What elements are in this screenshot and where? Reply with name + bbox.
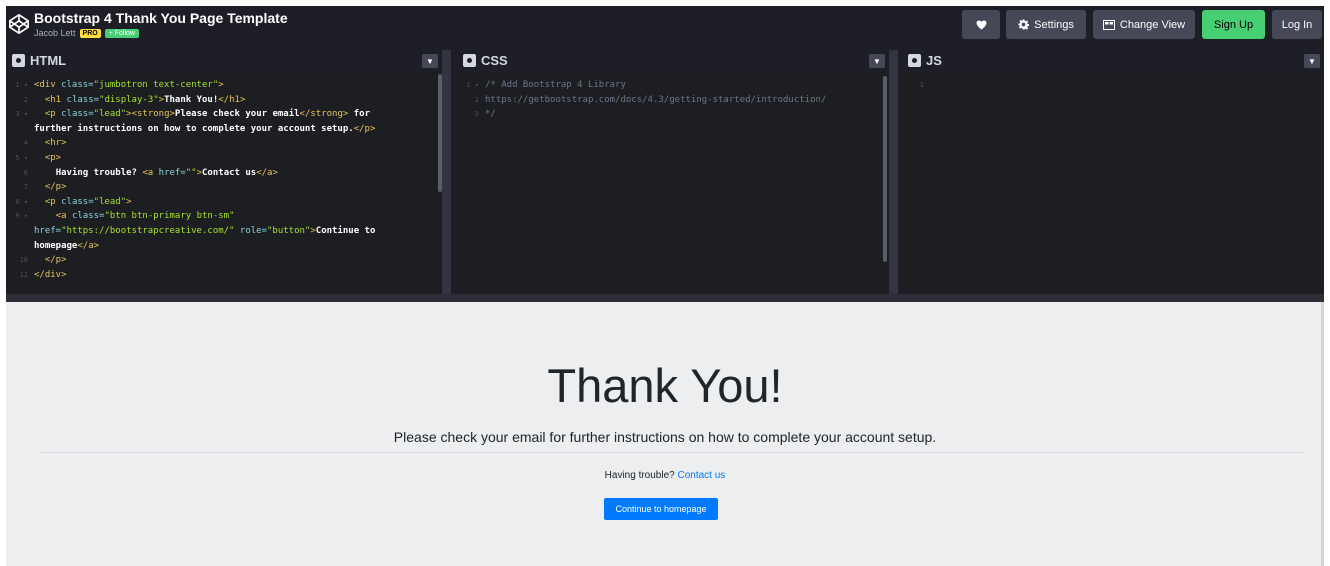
code-token: Continue to xyxy=(315,225,376,236)
code-token: for xyxy=(348,109,371,120)
code-token: "lead" xyxy=(93,109,127,120)
code-token: </strong> xyxy=(299,109,349,120)
code-token: <h1 xyxy=(44,94,67,105)
code-token: class= xyxy=(61,80,94,90)
author-name[interactable]: Jacob Lett xyxy=(34,28,76,38)
css-settings-icon[interactable] xyxy=(463,54,476,67)
code-comment: /* Add Bootstrap 4 Library xyxy=(485,80,626,90)
code-token: homepage xyxy=(34,240,78,251)
code-token: class= xyxy=(66,94,100,105)
code-token: "" xyxy=(185,167,197,178)
html-code-area[interactable]: 1 ▾ <div class="jumbotron text-center"> 2… xyxy=(6,72,442,294)
preview-resize-handle[interactable] xyxy=(6,294,1324,302)
css-code-area[interactable]: 1 ▾/* Add Bootstrap 4 Library 2 https://g… xyxy=(457,72,889,294)
author-row: Jacob Lett PRO + Follow xyxy=(34,27,139,39)
code-token: "button" xyxy=(267,225,311,236)
code-token: Having trouble? xyxy=(55,167,143,178)
gear-icon xyxy=(1018,19,1030,30)
pro-badge: PRO xyxy=(79,28,101,38)
codepen-logo-icon[interactable] xyxy=(8,13,30,35)
code-token: <a xyxy=(55,211,72,222)
panel-resize-handle[interactable] xyxy=(442,50,451,294)
css-panel-title: CSS xyxy=(481,53,508,68)
layout-icon xyxy=(1102,19,1115,30)
code-token: </a> xyxy=(77,240,100,251)
panel-resize-handle[interactable] xyxy=(889,50,898,294)
follow-button[interactable]: + Follow xyxy=(104,28,139,38)
change-view-label: Change View xyxy=(1119,18,1186,31)
code-token: Contact us xyxy=(202,167,257,178)
code-token: > xyxy=(126,196,132,207)
code-token: </p> xyxy=(353,123,376,134)
code-token: </p> xyxy=(44,182,67,193)
continue-to-homepage-button[interactable]: Continue to homepage xyxy=(604,498,718,520)
html-editor-panel: HTML ▼ 1 ▾ <div class="jumbotron text-cen… xyxy=(6,50,442,294)
code-token: <p> xyxy=(44,152,62,163)
settings-label: Settings xyxy=(1034,18,1074,31)
contact-us-link[interactable]: Contact us xyxy=(678,470,726,481)
code-token: href= xyxy=(158,167,186,178)
code-token: Thank You! xyxy=(164,94,219,105)
chevron-down-icon[interactable]: ▼ xyxy=(1304,54,1320,68)
thank-you-heading: Thank You! xyxy=(547,359,783,412)
js-panel-header: JS ▼ xyxy=(902,50,1324,72)
code-token: <hr> xyxy=(44,138,67,149)
css-scrollbar[interactable] xyxy=(883,76,887,262)
change-view-button[interactable]: Change View xyxy=(1093,10,1195,39)
chevron-down-icon[interactable]: ▼ xyxy=(422,54,438,68)
code-token: class= xyxy=(61,109,94,120)
heart-icon xyxy=(976,19,986,30)
settings-button[interactable]: Settings xyxy=(1006,10,1086,39)
code-token: </h1> xyxy=(218,94,246,105)
js-panel-title: JS xyxy=(926,53,942,68)
code-token: "lead" xyxy=(93,196,127,207)
js-editor-panel: JS ▼ 1 xyxy=(902,50,1324,294)
editor-header: Bootstrap 4 Thank You Page Template Jaco… xyxy=(6,6,1324,46)
code-token: <a xyxy=(142,167,159,178)
log-in-button[interactable]: Log In xyxy=(1272,10,1322,39)
code-token: </p> xyxy=(44,255,67,266)
code-token: </div> xyxy=(34,269,67,280)
code-token: "https://bootstrapcreative.com/" xyxy=(61,225,235,236)
code-token: class= xyxy=(71,211,105,222)
code-token: <div xyxy=(34,80,62,90)
code-token: further instructions on how to complete … xyxy=(34,123,354,134)
code-token: <p xyxy=(44,109,62,120)
trouble-text: Having trouble? xyxy=(604,470,678,481)
js-code-area[interactable]: 1 xyxy=(902,72,1324,294)
code-token: class= xyxy=(61,196,94,207)
divider-line xyxy=(40,452,1305,453)
pen-title: Bootstrap 4 Thank You Page Template xyxy=(34,10,288,26)
trouble-text-row: Having trouble? Contact us xyxy=(6,470,1324,481)
html-panel-header: HTML ▼ xyxy=(6,50,442,72)
code-token: <strong> xyxy=(131,109,175,120)
sign-up-button[interactable]: Sign Up xyxy=(1202,10,1265,39)
code-comment: */ xyxy=(485,109,496,120)
css-editor-panel: CSS ▼ 1 ▾/* Add Bootstrap 4 Library 2 htt… xyxy=(457,50,889,294)
html-settings-icon[interactable] xyxy=(12,54,25,67)
code-comment: https://getbootstrap.com/docs/4.3/gettin… xyxy=(485,94,827,105)
css-panel-header: CSS ▼ xyxy=(457,50,889,72)
code-token: role= xyxy=(234,225,267,236)
code-token: "jumbotron text-center" xyxy=(93,80,219,90)
code-token: Please check your email xyxy=(174,109,300,120)
code-token: href= xyxy=(34,225,62,236)
code-token: "display-3" xyxy=(99,94,159,105)
chevron-down-icon[interactable]: ▼ xyxy=(869,54,885,68)
lead-text: Please check your email for further inst… xyxy=(393,429,937,445)
code-token: "btn btn-primary btn-sm" xyxy=(104,211,235,222)
result-preview: Thank You! Please check your email for f… xyxy=(6,302,1324,566)
code-token: > xyxy=(218,80,224,90)
preview-scrollbar[interactable] xyxy=(1321,302,1324,566)
js-settings-icon[interactable] xyxy=(908,54,921,67)
html-panel-title: HTML xyxy=(30,53,67,68)
code-token: </a> xyxy=(256,167,278,178)
code-token: <p xyxy=(44,196,62,207)
codepen-editor: Bootstrap 4 Thank You Page Template Jaco… xyxy=(6,6,1324,566)
love-button[interactable] xyxy=(962,10,1000,39)
